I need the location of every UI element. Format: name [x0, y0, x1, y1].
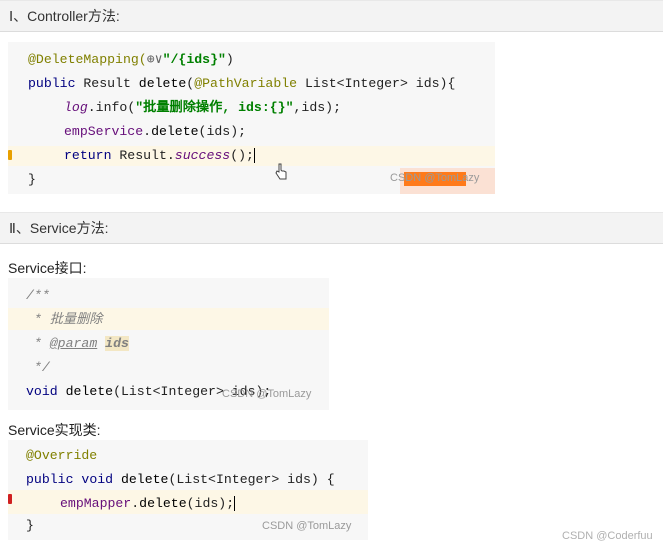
keyword: public	[28, 76, 76, 91]
watermark: CSDN @TomLazy	[222, 388, 312, 400]
keyword: void	[81, 472, 114, 487]
code-line: empService.delete(ids);	[64, 122, 246, 142]
comment-line: */	[26, 360, 50, 375]
field-name: empMapper	[60, 496, 132, 511]
watermark: CSDN @TomLazy	[390, 172, 480, 184]
code-text: ,ids);	[293, 100, 341, 115]
watermark: CSDN @TomLazy	[262, 520, 352, 532]
section-header-service: Ⅱ、Service方法:	[0, 212, 663, 244]
section-title: Ⅱ、Service方法:	[9, 220, 109, 236]
service-impl-label: Service实现类:	[8, 422, 101, 438]
comment-line: * @param ids	[26, 334, 129, 354]
code-line: log.info("批量删除操作, ids:{}",ids);	[64, 98, 341, 118]
method-name: delete	[120, 472, 169, 487]
code-text: (ids);	[198, 124, 247, 139]
service-impl-code-image: @Override public void delete(List<Intege…	[8, 440, 368, 540]
comment-text	[97, 336, 105, 351]
code-line: }	[28, 172, 36, 187]
section-title: Ⅰ、Controller方法:	[9, 8, 120, 24]
code-line: return Result.success();	[64, 146, 255, 166]
code-text: )	[225, 52, 234, 67]
comment-line: /**	[26, 288, 50, 303]
code-line: @DeleteMapping(⊕∨"/{ids}")	[28, 50, 234, 70]
method-name: delete	[65, 384, 114, 399]
code-text: .	[143, 124, 152, 139]
page-watermark: CSDN @Coderfuu	[562, 530, 653, 542]
code-text: .	[131, 496, 140, 511]
code-text: List<Integer> ids){	[297, 76, 456, 91]
param-name: ids	[105, 336, 129, 351]
comment-text: *	[26, 336, 50, 351]
annotation: @Override	[26, 448, 98, 463]
code-line: empMapper.delete(ids);	[60, 494, 236, 514]
keyword: public	[26, 472, 74, 487]
breakpoint-marker	[8, 494, 12, 504]
gutter-icon: ⊕∨	[146, 52, 163, 67]
section-header-controller: Ⅰ、Controller方法:	[0, 0, 663, 32]
keyword: void	[26, 384, 58, 399]
method-name: delete	[138, 76, 187, 91]
field-name: log	[64, 100, 88, 115]
code-text: .info(	[87, 100, 136, 115]
code-line: public void delete(List<Integer> ids) {	[26, 470, 335, 490]
code-text: (	[186, 76, 195, 91]
service-interface-code-image: /** * 批量删除 * @param ids */ void delete(L…	[8, 278, 329, 410]
method-name: delete	[151, 124, 199, 139]
method-name: delete	[139, 496, 187, 511]
text-caret	[234, 496, 236, 512]
code-line: }	[26, 518, 34, 533]
string-literal: "批量删除操作, ids:{}"	[135, 100, 294, 115]
field-name: empService	[64, 124, 144, 139]
javadoc-tag: @param	[49, 336, 98, 351]
code-text: ();	[230, 148, 254, 163]
service-interface-label: Service接口:	[8, 260, 87, 276]
code-text: (List<Integer> ids) {	[168, 472, 335, 487]
annotation: @PathVariable	[194, 76, 298, 91]
code-text: Result	[75, 76, 139, 91]
code-line: public Result delete(@PathVariable List<…	[28, 74, 455, 94]
comment-line: * 批量删除	[26, 312, 103, 327]
code-text: Result.	[111, 148, 175, 163]
method-name: success	[174, 148, 231, 163]
string-literal: "/{ids}"	[162, 52, 226, 67]
breakpoint-marker	[8, 150, 12, 160]
annotation: @DeleteMapping(	[28, 52, 147, 67]
keyword: return	[64, 148, 112, 163]
text-caret	[253, 148, 255, 164]
controller-code-image: @DeleteMapping(⊕∨"/{ids}") public Result…	[8, 42, 495, 194]
hand-cursor-icon	[275, 163, 287, 180]
code-text: (ids);	[186, 496, 235, 511]
